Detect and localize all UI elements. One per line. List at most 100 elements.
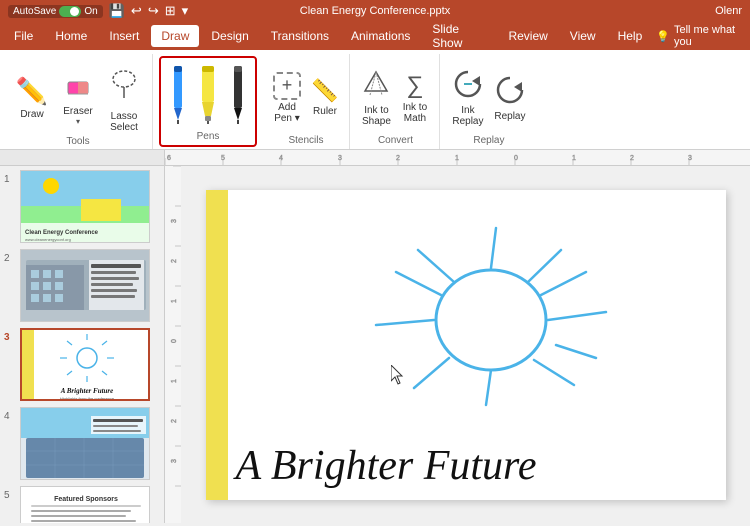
slide-item-3[interactable]: 3 A Brigh: [4, 328, 160, 401]
slide-item-5[interactable]: 5 Featured Sponsors: [4, 486, 160, 523]
tell-me-label: Tell me what you: [674, 24, 746, 48]
slide-number-2: 2: [4, 253, 14, 264]
replay-icon: [494, 74, 526, 109]
window-title: Clean Energy Conference.pptx: [300, 5, 450, 17]
replay-label: Replay: [494, 111, 525, 122]
draw-label: Draw: [20, 109, 43, 120]
convert-group-label: Convert: [378, 135, 413, 149]
svg-text:1: 1: [171, 379, 178, 383]
menu-insert[interactable]: Insert: [99, 25, 149, 47]
menu-animations[interactable]: Animations: [341, 25, 420, 47]
eraser-dropdown[interactable]: ▾: [76, 117, 80, 126]
ink-to-shape-label: Ink toShape: [362, 105, 391, 127]
slide-thumb-1[interactable]: Clean Energy Conference www.cleanenergyc…: [20, 170, 150, 243]
ruler-button[interactable]: 📏 Ruler: [307, 75, 343, 120]
menu-file[interactable]: File: [4, 25, 43, 47]
slide-number-4: 4: [4, 411, 14, 422]
draw-button[interactable]: ✏️ Draw: [10, 73, 54, 123]
eraser-label: Eraser: [63, 106, 92, 117]
slide-canvas: A Brighter Future: [206, 190, 726, 500]
yellow-highlighter-button[interactable]: [197, 64, 219, 124]
title-bar: AutoSave On 💾 ↩ ↪ ⊞ ▾ Clean Energy Confe…: [0, 0, 750, 22]
menu-draw[interactable]: Draw: [151, 25, 199, 47]
svg-text:1: 1: [455, 155, 459, 162]
add-pen-icon: +: [273, 72, 301, 100]
menu-bar: File Home Insert Draw Design Transitions…: [0, 22, 750, 50]
lasso-select-button[interactable]: LassoSelect: [102, 60, 146, 136]
expand-icon[interactable]: ▾: [182, 3, 189, 19]
ink-to-math-button[interactable]: ∑ Ink toMath: [397, 69, 433, 127]
username-label: Olenr: [715, 5, 742, 17]
menu-design[interactable]: Design: [201, 25, 258, 47]
undo-icon[interactable]: ↩: [131, 3, 142, 19]
stencils-buttons: + AddPen ▾ 📏 Ruler: [269, 54, 343, 135]
svg-text:5: 5: [221, 155, 225, 162]
tools-group-label: Tools: [66, 136, 89, 150]
slide-item-1[interactable]: 1 Clean Energy Conference www.cleanenerg…: [4, 170, 160, 243]
tools-buttons: ✏️ Draw Eraser ▾: [10, 54, 146, 136]
pens-group: Pens: [159, 56, 257, 147]
vertical-ruler: 3 2 1 0 1 2 3: [165, 166, 181, 523]
svg-text:Featured Sponsors: Featured Sponsors: [54, 496, 118, 503]
redo-icon[interactable]: ↪: [148, 3, 159, 19]
autosave-toggle[interactable]: [59, 6, 81, 17]
svg-text:2: 2: [171, 259, 178, 263]
convert-buttons: Ink toShape ∑ Ink toMath: [358, 54, 433, 135]
ink-replay-button[interactable]: InkReplay: [448, 65, 488, 130]
slide-item-4[interactable]: 4: [4, 407, 160, 480]
ribbon: ✏️ Draw Eraser ▾: [0, 50, 750, 150]
svg-text:2: 2: [396, 155, 400, 162]
ink-to-shape-button[interactable]: Ink toShape: [358, 66, 395, 130]
menu-help[interactable]: Help: [608, 25, 653, 47]
blue-pen-icon: [167, 64, 189, 124]
pens-buttons: [167, 60, 249, 124]
slide-title: A Brighter Future: [236, 442, 726, 490]
tell-me-bar[interactable]: 💡 Tell me what you: [656, 24, 746, 48]
slide-thumb-4[interactable]: [20, 407, 150, 480]
replay-group-label: Replay: [473, 135, 504, 149]
menu-home[interactable]: Home: [45, 25, 97, 47]
ruler-label: Ruler: [313, 106, 337, 117]
sun-drawing: [306, 220, 706, 420]
ink-replay-icon: [452, 68, 484, 103]
eraser-button[interactable]: Eraser ▾: [56, 67, 100, 129]
replay-group: InkReplay Replay Replay: [442, 54, 536, 149]
svg-text:2: 2: [171, 419, 178, 423]
svg-text:2: 2: [630, 155, 634, 162]
black-pen-button[interactable]: [227, 64, 249, 124]
ruler-row: 6 5 4 3 2 1 0 1 2 3: [0, 150, 750, 166]
autosave-indicator[interactable]: AutoSave On: [8, 5, 103, 18]
ink-to-shape-icon: [362, 69, 390, 103]
slide-thumb-5[interactable]: Featured Sponsors: [20, 486, 150, 523]
replay-buttons: InkReplay Replay: [448, 54, 530, 135]
draw-icon: ✏️: [16, 76, 48, 107]
svg-text:0: 0: [514, 155, 518, 162]
svg-text:6: 6: [167, 155, 171, 162]
svg-text:4: 4: [279, 155, 283, 162]
blue-pen-button[interactable]: [167, 64, 189, 124]
replay-button[interactable]: Replay: [490, 71, 530, 125]
eraser-icon: [64, 70, 92, 104]
ink-replay-label: InkReplay: [452, 105, 483, 127]
svg-text:3: 3: [171, 459, 178, 463]
menu-transitions[interactable]: Transitions: [261, 25, 339, 47]
convert-group: Ink toShape ∑ Ink toMath Convert: [352, 54, 440, 149]
autosave-label: AutoSave: [13, 6, 56, 17]
svg-text:0: 0: [171, 339, 178, 343]
slide-canvas-area: A Brighter Future: [181, 166, 750, 523]
more-icon[interactable]: ⊞: [165, 3, 176, 19]
title-bar-right: Olenr: [715, 5, 742, 17]
slide-item-2[interactable]: 2: [4, 249, 160, 322]
svg-text:1: 1: [171, 299, 178, 303]
slide-thumb-2[interactable]: [20, 249, 150, 322]
filename-label: Clean Energy Conference.pptx: [300, 5, 450, 17]
ruler-corner: [0, 150, 165, 166]
save-icon[interactable]: 💾: [109, 3, 125, 19]
slide-panel: 1 Clean Energy Conference www.cleanenerg…: [0, 166, 165, 523]
add-pen-button[interactable]: + AddPen ▾: [269, 69, 305, 127]
menu-review[interactable]: Review: [498, 25, 557, 47]
slide-thumb-3[interactable]: A Brighter Future Highlights from the co…: [20, 328, 150, 401]
menu-view[interactable]: View: [560, 25, 606, 47]
mouse-cursor: [391, 365, 403, 383]
menu-slideshow[interactable]: Slide Show: [422, 18, 496, 54]
